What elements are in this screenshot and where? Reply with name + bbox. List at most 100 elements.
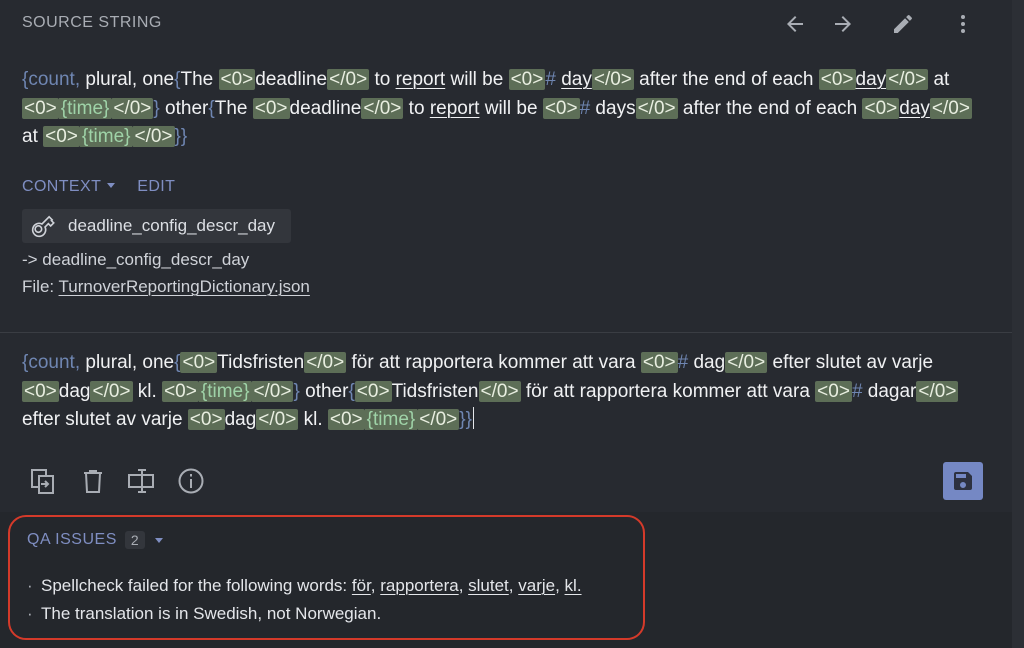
tag-marker: <0> [354, 380, 392, 402]
qa-issues-toggle[interactable]: QA ISSUES 2 [27, 531, 164, 549]
qa-issue-spellcheck: · Spellcheck failed for the following wor… [27, 576, 582, 596]
insert-placeholder-button[interactable] [127, 464, 157, 498]
count-hash: # [851, 380, 863, 402]
edit-source-button[interactable] [887, 8, 919, 40]
bullet: · [27, 604, 33, 623]
arrow-right-icon [835, 16, 851, 32]
tag-marker: <0> [327, 409, 365, 430]
tag-marker: </0> [90, 380, 133, 402]
source-string-text: {count, plural, one{The <0> deadline </0> … [22, 69, 972, 147]
tag-marker: <0> [180, 352, 218, 373]
key-reference: -> deadline_config_descr_day [22, 250, 250, 269]
delete-translation-button[interactable] [78, 464, 108, 498]
qa-word-list: för, rapportera, slutet, varje, kl. [351, 576, 582, 595]
tag-marker: </0> [111, 97, 154, 119]
tag-marker: </0> [725, 352, 768, 373]
icu-syntax: {count, [22, 69, 81, 90]
save-button[interactable] [943, 462, 983, 500]
tag-marker: </0> [886, 69, 929, 90]
tag-marker: <0> [22, 97, 59, 119]
qa-issue-text: The translation is in Swedish, not Norwe… [41, 604, 382, 623]
tag-marker: </0> [256, 409, 299, 430]
arrow-left-icon [787, 16, 803, 32]
tag-marker: <0> [218, 69, 256, 90]
qa-issue-text: Spellcheck failed for the following word… [41, 576, 352, 595]
tag-marker: <0> [187, 409, 225, 430]
icu-syntax: { [174, 69, 181, 90]
bullet: · [27, 576, 33, 595]
text-cursor-icon [128, 469, 154, 493]
tag-marker: </0> [304, 352, 347, 373]
tag-marker: <0> [22, 380, 59, 402]
icu-syntax: } [180, 126, 188, 147]
misspelled-word[interactable]: slutet [468, 576, 509, 595]
qa-issue-language: · The translation is in Swedish, not Norw… [27, 604, 381, 624]
icu-syntax: } [293, 380, 300, 402]
tag-marker: </0> [591, 69, 634, 90]
pencil-icon [894, 14, 912, 34]
trash-icon [84, 470, 102, 493]
tag-marker: </0> [478, 380, 521, 402]
context-row: CONTEXT EDIT [22, 178, 175, 196]
tag-marker: </0> [361, 97, 404, 119]
chevron-down-icon [155, 537, 164, 543]
variable-placeholder: {time} [198, 380, 252, 402]
divider [0, 332, 1012, 333]
tag-marker: </0> [635, 97, 678, 119]
source-panel-title: SOURCE STRING [22, 14, 162, 31]
tag-marker: <0> [162, 380, 199, 402]
key-name: deadline_config_descr_day [68, 216, 275, 235]
tag-marker: <0> [508, 69, 546, 90]
tag-marker: <0> [818, 69, 856, 90]
key-chip: deadline_config_descr_day [22, 209, 291, 243]
tag-marker: <0> [43, 126, 80, 147]
tag-marker: </0> [132, 126, 175, 147]
misspelled-word[interactable]: för [352, 576, 371, 595]
info-button[interactable] [176, 464, 206, 498]
tag-marker: <0> [252, 97, 290, 119]
icu-syntax: { [208, 97, 215, 119]
count-hash: # [677, 352, 689, 373]
count-hash: # [579, 97, 591, 119]
more-vert-icon [961, 15, 965, 33]
key-icon [31, 215, 55, 238]
more-options-button[interactable] [947, 8, 979, 40]
variable-placeholder: {time} [79, 126, 133, 147]
text-caret [473, 407, 474, 429]
count-hash: # [545, 69, 556, 90]
qa-issues-count: 2 [124, 531, 146, 549]
tag-marker: <0> [640, 352, 678, 373]
context-label: CONTEXT [22, 178, 102, 195]
misspelled-word[interactable]: rapportera [380, 576, 458, 595]
tag-marker: </0> [929, 97, 972, 119]
copy-source-button[interactable] [28, 464, 58, 498]
context-toggle[interactable]: CONTEXT [22, 178, 116, 196]
file-prefix: File: [22, 277, 59, 296]
misspelled-word[interactable]: varje [518, 576, 555, 595]
file-line: File: TurnoverReportingDictionary.json [22, 277, 310, 297]
tag-marker: </0> [417, 409, 460, 430]
icu-syntax: } [153, 97, 160, 119]
info-icon [178, 468, 204, 494]
icu-syntax: } [465, 409, 472, 430]
save-icon [954, 472, 972, 490]
chevron-down-icon [107, 183, 116, 188]
tag-marker: <0> [815, 380, 852, 402]
variable-placeholder: {time} [364, 409, 418, 430]
tag-marker: <0> [542, 97, 580, 119]
copy-source-icon [31, 469, 54, 494]
scrollbar[interactable] [1012, 0, 1024, 648]
tag-marker: <0> [862, 97, 900, 119]
tag-marker: </0> [916, 380, 959, 402]
edit-context-link[interactable]: EDIT [137, 178, 175, 196]
tag-marker: </0> [251, 380, 294, 402]
misspelled-word[interactable]: kl. [565, 576, 582, 595]
tag-marker: </0> [327, 69, 370, 90]
previous-string-button[interactable] [779, 8, 811, 40]
translation-editor[interactable]: {count, plural, one{<0> Tidsfristen </0> f… [22, 349, 997, 435]
file-link[interactable]: TurnoverReportingDictionary.json [59, 277, 310, 296]
icu-syntax: { [348, 380, 355, 402]
qa-issues-title: QA ISSUES [27, 531, 117, 548]
icu-syntax: {count, [22, 352, 81, 373]
next-string-button[interactable] [827, 8, 859, 40]
